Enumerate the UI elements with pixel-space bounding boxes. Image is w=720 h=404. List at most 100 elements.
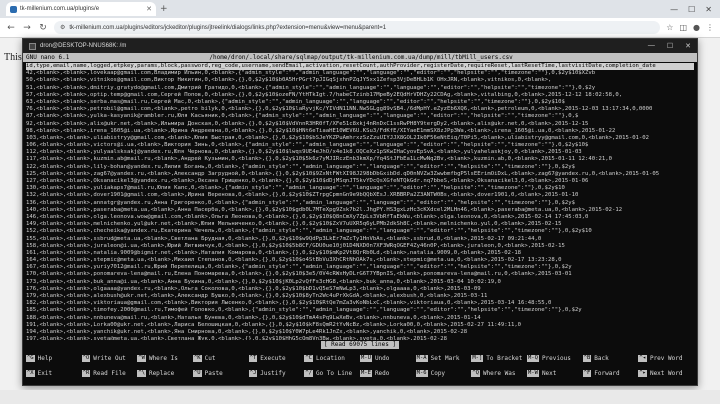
- shortcut-label: Read File: [93, 370, 126, 377]
- extensions-icon[interactable]: ◫: [679, 23, 687, 32]
- reload-icon[interactable]: ↻: [38, 23, 48, 33]
- shortcut-label: Set Mark: [430, 355, 460, 362]
- shortcut-label: Write Out: [93, 355, 126, 362]
- editor-text-area[interactable]: id,type,email,name,logged,etpkey,params,…: [23, 62, 697, 340]
- shortcut-item[interactable]: ^W Where Is: [137, 352, 193, 365]
- file-line: 173,<blank>,<blank>,buk_anna@i.ua,<blank…: [26, 278, 501, 285]
- shortcut-item[interactable]: M-W Next: [527, 367, 583, 380]
- minimize-icon[interactable]: —: [670, 5, 678, 14]
- shortcut-item[interactable]: M-U Undo: [360, 352, 416, 365]
- shortcut-item[interactable]: ^J Justify: [248, 367, 305, 380]
- shortcut-item[interactable]: ^G Help: [26, 352, 82, 365]
- browser-tab-bar: tk-millenium.com.ua/plugins/e ✕ + — ☐ ✕: [0, 0, 720, 18]
- shortcut-label: Where Was: [482, 370, 516, 377]
- shortcut-item[interactable]: M-E Redo: [360, 367, 416, 380]
- terminal-close-icon[interactable]: ✕: [685, 42, 691, 50]
- shortcut-key: ^J: [248, 370, 258, 377]
- profile-icon[interactable]: ●: [693, 23, 700, 32]
- nano-header: GNU nano 6.1/home/dron/.local/share/sqlm…: [23, 53, 697, 62]
- shortcut-key: ^C: [304, 355, 313, 362]
- file-line: 182,<blank>,<blank>,viktoriaua@gmail.com…: [26, 300, 552, 307]
- shortcut-item[interactable]: ^C Location: [304, 352, 360, 365]
- shortcut-label: Exit: [37, 370, 53, 377]
- menu-icon[interactable]: ⋮: [706, 23, 714, 32]
- file-line: 51,<blank>,<blank>,dmitriy.gratydo@gmail…: [26, 84, 596, 91]
- shortcut-label: Copy: [430, 370, 446, 377]
- file-line: 98,<blank>,<blank>,irena_1605@i.ua,<blan…: [26, 127, 616, 134]
- shortcut-item[interactable]: ^U Paste: [193, 367, 249, 380]
- file-line: 176,<blank>,<blank>,olgaaaa@yandex.ru,<b…: [26, 285, 481, 292]
- shortcut-item[interactable]: ^▸ Next Word: [638, 367, 694, 380]
- shortcut-item[interactable]: ^\ Replace: [137, 367, 193, 380]
- file-line: 103,<blank>,<blank>,uliabistryy@gmail.co…: [26, 134, 650, 141]
- file-line: 161,<blank>,<blank>,natalia.9009@bigmir.…: [26, 249, 522, 256]
- shortcut-item[interactable]: ^O Write Out: [81, 352, 138, 365]
- close-tab-icon[interactable]: ✕: [146, 5, 152, 13]
- maximize-icon[interactable]: ☐: [688, 5, 695, 14]
- close-window-icon[interactable]: ✕: [705, 5, 712, 14]
- browser-window-controls: — ☐ ✕: [670, 5, 720, 14]
- csv-header-line: id,type,email,name,logged,etpkey,params,…: [26, 63, 694, 71]
- shortcut-item[interactable]: ^Q Where Was: [471, 367, 527, 380]
- shortcut-label: Go To Line: [315, 370, 353, 377]
- file-line: 136,<blank>,<blank>,annatgr@yandex.ru,Ан…: [26, 199, 575, 206]
- shortcut-key: ^◂: [638, 355, 647, 362]
- status-row: [ Read 69075 lines ]: [23, 340, 697, 349]
- back-icon[interactable]: ←: [6, 23, 16, 33]
- terminal-window[interactable]: dron@DESKTOP-NNUS68K: /m — ☐ ✕ GNU nano …: [22, 38, 698, 386]
- terminal-maximize-icon[interactable]: ☐: [667, 42, 673, 50]
- bookmark-star-icon[interactable]: ☆: [666, 23, 673, 32]
- shortcut-item[interactable]: ^T Execute: [248, 352, 305, 365]
- page-background-text: This: [4, 52, 22, 63]
- shortcut-key: ^F: [582, 370, 592, 377]
- file-line: 130,<blank>,<blank>,yuliakaps7@mail.ru,Ю…: [26, 185, 565, 192]
- shortcut-label: Replace: [148, 370, 175, 377]
- shortcut-key: ^O: [81, 355, 91, 362]
- file-line: 188,<blank>,<blank>,nnbuneva@mail.ru,<bl…: [26, 314, 481, 321]
- new-tab-icon[interactable]: +: [160, 4, 168, 14]
- shortcut-key: ^G: [26, 355, 35, 362]
- file-line: 140,<blank>,<blank>,paseraba@meta.ua,<bl…: [26, 206, 623, 213]
- file-line: 155,<blank>,<blank>,ssbrud@meta.ua,<blan…: [26, 235, 542, 242]
- nano-version: GNU nano 6.1: [26, 54, 70, 61]
- shortcut-item[interactable]: M-Q Previous: [527, 352, 583, 365]
- file-line: 164,<blank>,<blank>,stepmic@meta.ua,<bla…: [26, 257, 562, 264]
- shortcut-label: Prev Word: [649, 355, 683, 362]
- file-line: 76,<blank>,<blank>,petrobil@gmail.com,<b…: [26, 106, 653, 113]
- address-bar[interactable]: ⚙ tk-millenium.com.ua/plugins/editors/jc…: [54, 21, 661, 34]
- site-info-icon[interactable]: ⚙: [60, 24, 65, 31]
- shortcut-key: ^X: [26, 370, 35, 377]
- shortcut-label: Previous: [541, 355, 571, 362]
- shortcut-item[interactable]: M-6 Copy: [415, 367, 472, 380]
- shortcut-key: M-W: [527, 370, 539, 377]
- shortcut-key: M-E: [360, 370, 372, 377]
- shortcut-label: Paste: [204, 370, 223, 377]
- file-line: 127,<blank>,<blank>,Oksanacikel3@yandex.…: [26, 178, 589, 184]
- file-line: 42,<blank>,<blank>,lovekaap@gmail.com,Вл…: [26, 70, 596, 77]
- shortcut-item[interactable]: M-] To Bracket: [471, 352, 527, 365]
- shortcut-item[interactable]: ^◂ Prev Word: [638, 352, 694, 365]
- browser-tab[interactable]: tk-millenium.com.ua/plugins/e ✕: [6, 2, 156, 16]
- terminal-title: dron@DESKTOP-NNUS68K: /m: [40, 43, 127, 49]
- terminal-titlebar[interactable]: dron@DESKTOP-NNUS68K: /m — ☐ ✕: [23, 39, 697, 53]
- file-line: 146,<blank>,<blank>,olga.leonova.wow@gma…: [26, 213, 589, 220]
- shortcut-item[interactable]: ^K Cut: [193, 352, 249, 365]
- terminal-minimize-icon[interactable]: —: [648, 42, 655, 50]
- shortcut-key: M-6: [415, 370, 428, 377]
- shortcut-label: Location: [315, 355, 345, 362]
- shortcut-item[interactable]: M-A Set Mark: [415, 352, 472, 365]
- file-line: 57,<blank>,<blank>,optip.temp@gmail.com,…: [26, 91, 623, 98]
- forward-icon[interactable]: →: [22, 23, 32, 33]
- file-line: 63,<blank>,<blank>,serba.mas@mail.ru,Сер…: [26, 98, 565, 105]
- file-line: 158,<blank>,<blank>,juraleon@i.ua,<blank…: [26, 242, 565, 249]
- shortcut-label: Help: [37, 355, 53, 362]
- shortcut-item[interactable]: ^B Back: [582, 352, 639, 365]
- shortcut-item[interactable]: ^F Forward: [582, 367, 639, 380]
- shortcut-key: M-U: [360, 355, 372, 362]
- shortcut-item[interactable]: ^X Exit: [26, 367, 82, 380]
- file-line: 179,<blank>,<blank>,alexbush@ukr.net,<bl…: [26, 293, 488, 299]
- shortcut-item[interactable]: ^R Read File: [81, 367, 138, 380]
- shortcut-item[interactable]: ^/Go To Line: [304, 367, 360, 380]
- shortcut-bar: ^G Help ^O Write Out ^W Where Is ^K Cut ^T Execut…: [23, 349, 697, 380]
- shortcut-label: Next Word: [649, 370, 683, 377]
